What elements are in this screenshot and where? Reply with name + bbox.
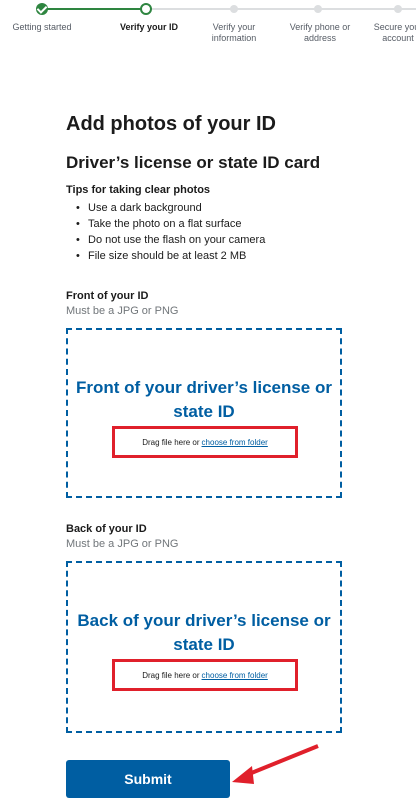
back-id-label: Back of your ID bbox=[66, 523, 147, 535]
front-id-hint: Must be a JPG or PNG bbox=[66, 305, 179, 317]
step-connector-pending bbox=[146, 8, 416, 10]
step-connector-complete bbox=[42, 8, 146, 10]
step-complete-check-icon bbox=[36, 3, 48, 15]
step-label-getting-started: Getting started bbox=[12, 22, 72, 32]
back-id-dropzone[interactable]: Back of your driver’s license or state I… bbox=[66, 561, 342, 733]
step-future-icon bbox=[314, 5, 322, 13]
section-title: Driver’s license or state ID card bbox=[66, 153, 321, 172]
step-label-verify-phone: Verify phone or address bbox=[289, 22, 351, 43]
tips-title: Tips for taking clear photos bbox=[66, 184, 211, 196]
front-id-label: Front of your ID bbox=[66, 290, 149, 302]
back-drag-area[interactable]: Drag file here or choose from folder bbox=[112, 659, 298, 691]
front-id-dropzone[interactable]: Front of your driver’s license or state … bbox=[66, 328, 342, 498]
back-choose-folder-link[interactable]: choose from folder bbox=[202, 671, 268, 680]
step-future-icon bbox=[394, 5, 402, 13]
list-item: Take the photo on a flat surface bbox=[76, 216, 265, 232]
front-dropzone-title: Front of your driver’s license or state … bbox=[75, 378, 332, 421]
annotation-arrow-icon bbox=[232, 744, 319, 784]
list-item: Use a dark background bbox=[76, 200, 265, 216]
step-future-icon bbox=[230, 5, 238, 13]
back-id-hint: Must be a JPG or PNG bbox=[66, 538, 179, 550]
step-label-verify-information: Verify your information bbox=[211, 22, 257, 43]
back-dropzone-title: Back of your driver’s license or state I… bbox=[77, 611, 331, 654]
list-item: Do not use the flash on your camera bbox=[76, 232, 265, 248]
page-title: Add photos of your ID bbox=[66, 113, 276, 135]
tips-list: Use a dark background Take the photo on … bbox=[76, 200, 265, 264]
list-item: File size should be at least 2 MB bbox=[76, 248, 265, 264]
front-drag-text: Drag file here or bbox=[142, 437, 200, 447]
step-indicator: Getting started Verify your ID Verify yo… bbox=[0, 0, 416, 80]
step-current-icon bbox=[140, 3, 152, 15]
step-label-secure-account: Secure your account bbox=[373, 22, 416, 43]
step-label-verify-id: Verify your ID bbox=[119, 22, 179, 32]
back-drag-text: Drag file here or bbox=[142, 670, 200, 680]
front-drag-area[interactable]: Drag file here or choose from folder bbox=[112, 426, 298, 458]
front-choose-folder-link[interactable]: choose from folder bbox=[202, 438, 268, 447]
submit-button[interactable]: Submit bbox=[66, 760, 230, 798]
